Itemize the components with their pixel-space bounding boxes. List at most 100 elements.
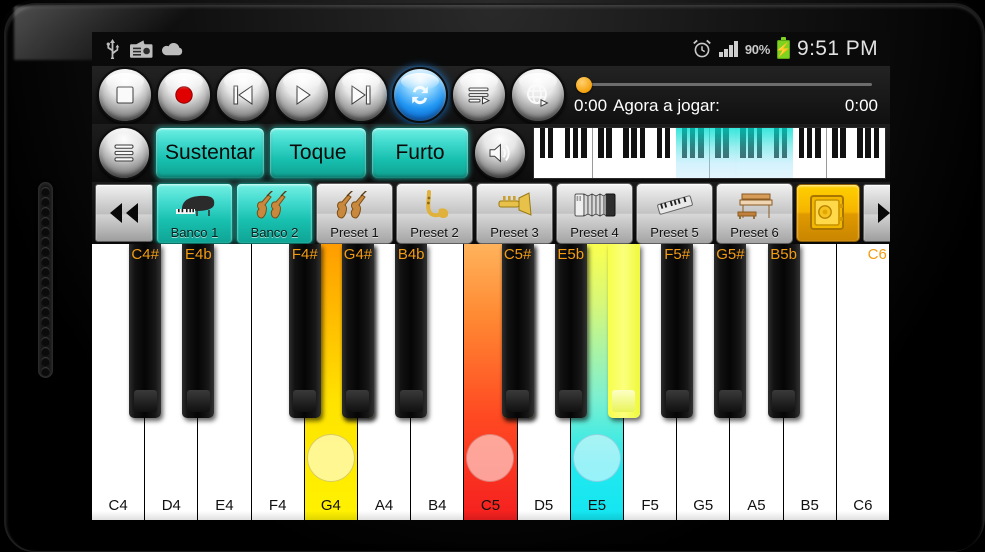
preset-label: Preset 4 — [570, 224, 619, 240]
synth-keyboard-icon — [637, 184, 712, 226]
preset-item-banco-2[interactable]: Banco 2 — [236, 182, 313, 244]
white-key-label: A5 — [747, 497, 766, 514]
grille-hole — [41, 287, 50, 296]
menu-button[interactable] — [97, 126, 151, 180]
preset-prev-button[interactable] — [95, 184, 153, 242]
transport-buttons — [92, 67, 566, 123]
white-key-label: G5 — [693, 497, 714, 514]
piano-black-key[interactable]: E4b — [182, 244, 215, 418]
white-key-label: F5 — [641, 497, 659, 514]
mini-black-key — [539, 128, 546, 158]
piano-black-key[interactable]: C5# — [501, 244, 534, 418]
preset-item-banco-1[interactable]: Banco 1 — [156, 182, 233, 244]
violins-icon — [317, 184, 392, 226]
loop-button[interactable] — [392, 67, 448, 123]
saxophone-icon — [397, 184, 472, 226]
piano-black-key[interactable]: B5b — [767, 244, 800, 418]
piano-keyboard[interactable]: C4 D4 E4 F4 G4 A4 B4 C5 D5 E5 F5 G5 A5 B5 C6 C4# E4b F4# G… — [92, 244, 890, 520]
timeline-total: 0:00 — [844, 95, 878, 115]
grille-hole — [41, 337, 50, 346]
grille-hole — [41, 307, 50, 316]
key-touch-indicator — [466, 434, 515, 482]
status-bar-clock: 9:51 PM — [796, 37, 878, 60]
preset-item-preset-2[interactable]: Preset 2 — [396, 182, 473, 244]
grille-hole — [41, 347, 50, 356]
mini-black-key — [815, 128, 821, 158]
mini-black-key — [748, 128, 754, 158]
organ-icon — [717, 184, 792, 226]
piano-black-key[interactable]: B4b — [395, 244, 428, 418]
grille-hole — [41, 277, 50, 286]
mini-black-key — [581, 128, 587, 158]
trumpet-icon — [477, 184, 552, 226]
signal-bars-icon — [719, 41, 738, 57]
mini-black-key — [798, 128, 805, 158]
white-key-label: B5 — [800, 497, 819, 514]
piano-black-key[interactable]: F4# — [288, 244, 321, 418]
furto-button[interactable]: Furto — [371, 127, 469, 179]
preset-item-preset-6[interactable]: Preset 6 — [716, 182, 793, 244]
usb-icon — [106, 39, 120, 59]
white-key-label: G4 — [320, 497, 341, 514]
stop-button[interactable] — [97, 67, 153, 123]
mini-black-key — [832, 128, 838, 158]
piano-black-key[interactable]: C4# — [129, 244, 162, 418]
sustain-button[interactable]: Sustentar — [155, 127, 265, 179]
piano-black-key[interactable]: E5b — [554, 244, 587, 418]
mini-black-key — [723, 128, 729, 158]
white-key-label: E4 — [215, 497, 234, 514]
next-button[interactable] — [333, 67, 389, 123]
gold-safe-icon — [810, 195, 844, 230]
black-key-label: C4# — [131, 246, 159, 263]
timeline-track — [586, 82, 872, 86]
accordion-icon — [557, 184, 632, 226]
grille-hole — [41, 297, 50, 306]
status-bar-right-icons: 90% ⚡ 9:51 PM — [692, 36, 890, 61]
playlist-button[interactable] — [451, 67, 507, 123]
transport-row: 0:00 Agora a jogar: 0:00 — [92, 66, 890, 124]
mini-keyboard-overview[interactable] — [533, 127, 886, 179]
mini-black-key — [564, 128, 571, 158]
preset-item-preset-5[interactable]: Preset 5 — [636, 182, 713, 244]
grand-piano-icon — [157, 184, 232, 226]
battery-percent-label: 90% — [744, 41, 770, 57]
preset-next-button[interactable] — [863, 184, 890, 242]
globe-button[interactable] — [510, 67, 566, 123]
volume-button[interactable] — [473, 126, 527, 180]
touch-button[interactable]: Toque — [269, 127, 367, 179]
white-key-label: C4 — [108, 497, 128, 514]
piano-black-key[interactable]: F5# — [661, 244, 694, 418]
previous-button[interactable] — [215, 67, 271, 123]
white-key-label: B4 — [428, 497, 447, 514]
timeline-thumb[interactable] — [576, 76, 592, 93]
play-button[interactable] — [274, 67, 330, 123]
timeline-elapsed: 0:00 — [574, 95, 608, 115]
record-button[interactable] — [156, 67, 212, 123]
vault-button[interactable] — [796, 184, 860, 242]
mini-black-key — [689, 128, 696, 158]
status-bar: 90% ⚡ 9:51 PM — [92, 32, 890, 66]
timeline-times: 0:00 Agora a jogar: 0:00 — [574, 96, 878, 116]
timeline[interactable]: 0:00 Agora a jogar: 0:00 — [574, 75, 890, 116]
piano-white-key[interactable]: C6 — [836, 244, 890, 520]
preset-label: Preset 1 — [330, 224, 379, 240]
alarm-clock-icon — [693, 39, 712, 58]
app-body: 0:00 Agora a jogar: 0:00 Sustentar Toque… — [92, 66, 890, 520]
preset-item-preset-3[interactable]: Preset 3 — [476, 182, 553, 244]
grille-hole — [41, 217, 50, 226]
speaker-grille — [38, 182, 53, 378]
black-key-label: C5# — [503, 246, 532, 263]
charging-battery-icon: ⚡ — [775, 36, 792, 59]
mini-black-key — [840, 128, 846, 158]
piano-black-key[interactable]: G5# — [714, 244, 747, 418]
mini-black-key — [715, 128, 721, 158]
preset-item-preset-4[interactable]: Preset 4 — [556, 182, 633, 244]
timeline-slider[interactable] — [574, 76, 878, 93]
key-touch-indicator — [306, 434, 355, 482]
grille-hole — [41, 367, 50, 376]
preset-item-preset-1[interactable]: Preset 1 — [316, 182, 393, 244]
piano-black-key[interactable] — [608, 244, 640, 418]
preset-label: Preset 6 — [730, 224, 779, 240]
piano-black-key[interactable]: G4# — [342, 244, 374, 418]
preset-label: Preset 5 — [650, 224, 699, 240]
